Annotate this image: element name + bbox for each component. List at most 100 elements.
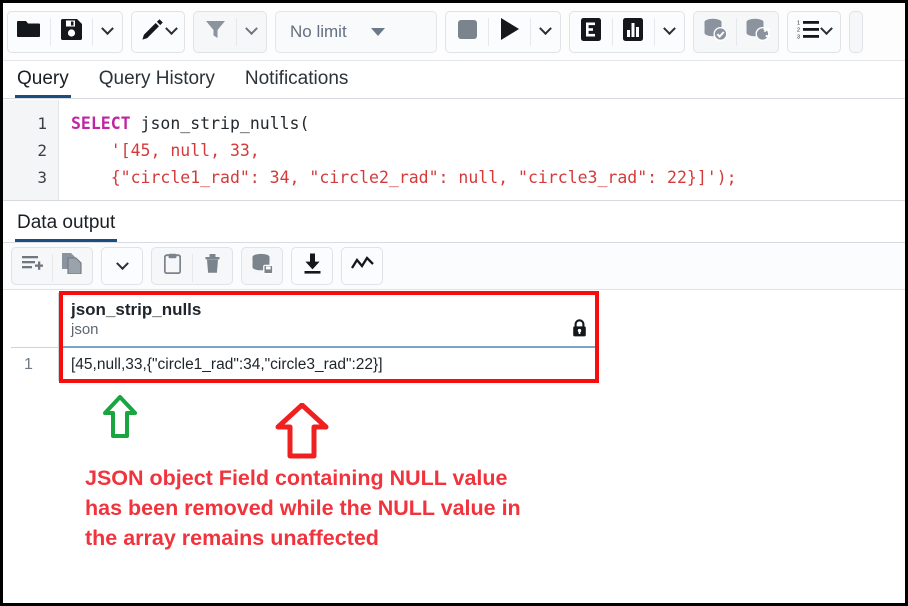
row-limit-value: No limit xyxy=(290,22,347,42)
copy-button[interactable] xyxy=(52,248,92,284)
row-edit-group xyxy=(11,247,93,285)
line-number: 2 xyxy=(3,137,58,164)
sql-string-literal-line3: {"circle1_rad": 34, "circle2_rad": null,… xyxy=(71,168,737,187)
svg-text:2: 2 xyxy=(797,27,800,33)
filter-button-group xyxy=(193,11,267,53)
data-output-toolbar xyxy=(3,243,905,290)
numbered-list-icon: 1 2 3 xyxy=(797,20,819,44)
transaction-button-group xyxy=(693,11,779,53)
chevron-down-icon xyxy=(245,22,258,35)
line-number: 1 xyxy=(3,110,58,137)
editor-line-number-gutter: 1 2 3 xyxy=(3,100,59,200)
save-file-icon xyxy=(61,19,82,45)
svg-text:1: 1 xyxy=(797,20,800,26)
paste-clipboard-icon xyxy=(164,253,181,279)
sql-string-literal-line2: '[45, null, 33, xyxy=(71,141,260,160)
save-data-changes-icon xyxy=(251,253,274,279)
chevron-down-icon xyxy=(539,22,552,35)
chevron-down-icon xyxy=(116,257,129,270)
copy-options-group xyxy=(101,247,143,285)
result-grid: 1 json_strip_nulls json [45,nul xyxy=(11,293,597,381)
rollback-button[interactable] xyxy=(736,12,778,52)
tab-query-history[interactable]: Query History xyxy=(97,69,217,98)
save-data-changes-button[interactable] xyxy=(242,248,282,284)
explain-analyze-button[interactable] xyxy=(612,12,654,52)
sql-editor[interactable]: 1 2 3 SELECT json_strip_nulls( '[45, nul… xyxy=(3,100,905,201)
overflow-button[interactable] xyxy=(850,12,862,52)
open-file-button[interactable] xyxy=(8,12,50,52)
graph-visualiser-group xyxy=(341,247,383,285)
copy-options-button[interactable] xyxy=(102,248,142,284)
paste-delete-group xyxy=(151,247,233,285)
edit-button-group xyxy=(131,11,185,53)
column-name: json_strip_nulls xyxy=(71,299,201,320)
sql-function-call: json_strip_nulls( xyxy=(131,114,310,133)
edit-button[interactable] xyxy=(132,12,184,52)
save-data-group xyxy=(241,247,283,285)
chevron-down-icon xyxy=(663,22,676,35)
save-file-button[interactable] xyxy=(50,12,92,52)
stop-button[interactable] xyxy=(446,12,488,52)
macros-button[interactable]: 1 2 3 xyxy=(788,12,840,52)
filter-icon xyxy=(205,19,226,45)
column-header-text: json_strip_nulls json xyxy=(71,299,201,346)
explain-analyze-chart-icon xyxy=(623,18,643,46)
annotation-line-3: the array remains unaffected xyxy=(85,523,685,553)
download-icon xyxy=(303,253,322,279)
execute-button[interactable] xyxy=(488,12,530,52)
lock-icon xyxy=(572,299,587,346)
delete-trash-icon xyxy=(204,253,221,279)
filter-button[interactable] xyxy=(194,12,236,52)
save-options-button[interactable] xyxy=(92,12,122,52)
svg-text:3: 3 xyxy=(797,34,800,38)
macros-button-group: 1 2 3 xyxy=(787,11,841,53)
explain-options-button[interactable] xyxy=(654,12,684,52)
query-tabs: Query Query History Notifications xyxy=(3,61,905,99)
explain-e-icon xyxy=(581,18,601,46)
graph-visualiser-button[interactable] xyxy=(342,248,382,284)
copy-icon xyxy=(62,253,82,279)
filter-options-button[interactable] xyxy=(236,12,266,52)
tab-query-history-label: Query History xyxy=(99,68,215,89)
chevron-down-icon xyxy=(820,22,833,35)
execute-button-group xyxy=(445,11,561,53)
line-number: 3 xyxy=(3,164,58,191)
result-column-json-strip-nulls: json_strip_nulls json [45,null,33,{"circ… xyxy=(59,293,597,381)
chevron-down-icon xyxy=(371,28,385,36)
download-csv-button[interactable] xyxy=(292,248,332,284)
data-output-tabs: Data output xyxy=(3,202,905,243)
paste-button[interactable] xyxy=(152,248,192,284)
main-toolbar: No limit xyxy=(3,3,905,61)
open-file-icon xyxy=(17,19,41,44)
row-limit-selector[interactable]: No limit xyxy=(275,11,437,53)
column-type: json xyxy=(71,320,201,339)
tab-data-output[interactable]: Data output xyxy=(15,213,117,242)
annotation-note: JSON object Field containing NULL value … xyxy=(85,463,685,553)
table-row[interactable]: [45,null,33,{"circle1_rad":34,"circle3_r… xyxy=(59,348,597,381)
delete-row-button[interactable] xyxy=(192,248,232,284)
add-row-icon xyxy=(22,255,43,278)
execute-options-button[interactable] xyxy=(530,12,560,52)
column-header[interactable]: json_strip_nulls json xyxy=(59,293,597,348)
overflow-button-group xyxy=(849,11,863,53)
chevron-down-icon xyxy=(165,22,178,35)
tab-query-label: Query xyxy=(17,68,69,89)
annotation-line-1: JSON object Field containing NULL value xyxy=(85,463,685,493)
sql-code-area[interactable]: SELECT json_strip_nulls( '[45, null, 33,… xyxy=(59,100,905,200)
tab-query[interactable]: Query xyxy=(15,69,71,98)
sql-keyword: SELECT xyxy=(71,114,131,133)
commit-button[interactable] xyxy=(694,12,736,52)
tab-data-output-label: Data output xyxy=(17,212,115,233)
file-button-group xyxy=(7,11,123,53)
explain-button[interactable] xyxy=(570,12,612,52)
tab-notifications[interactable]: Notifications xyxy=(243,69,351,98)
row-number-cell: 1 xyxy=(11,348,58,381)
commit-database-check-icon xyxy=(703,18,728,46)
chevron-down-icon xyxy=(101,22,114,35)
play-triangle-icon xyxy=(500,18,519,45)
cell-value: [45,null,33,{"circle1_rad":34,"circle3_r… xyxy=(71,356,383,374)
graph-visualiser-icon xyxy=(351,256,374,277)
add-row-button[interactable] xyxy=(12,248,52,284)
rollback-database-undo-icon xyxy=(745,18,770,46)
download-group xyxy=(291,247,333,285)
